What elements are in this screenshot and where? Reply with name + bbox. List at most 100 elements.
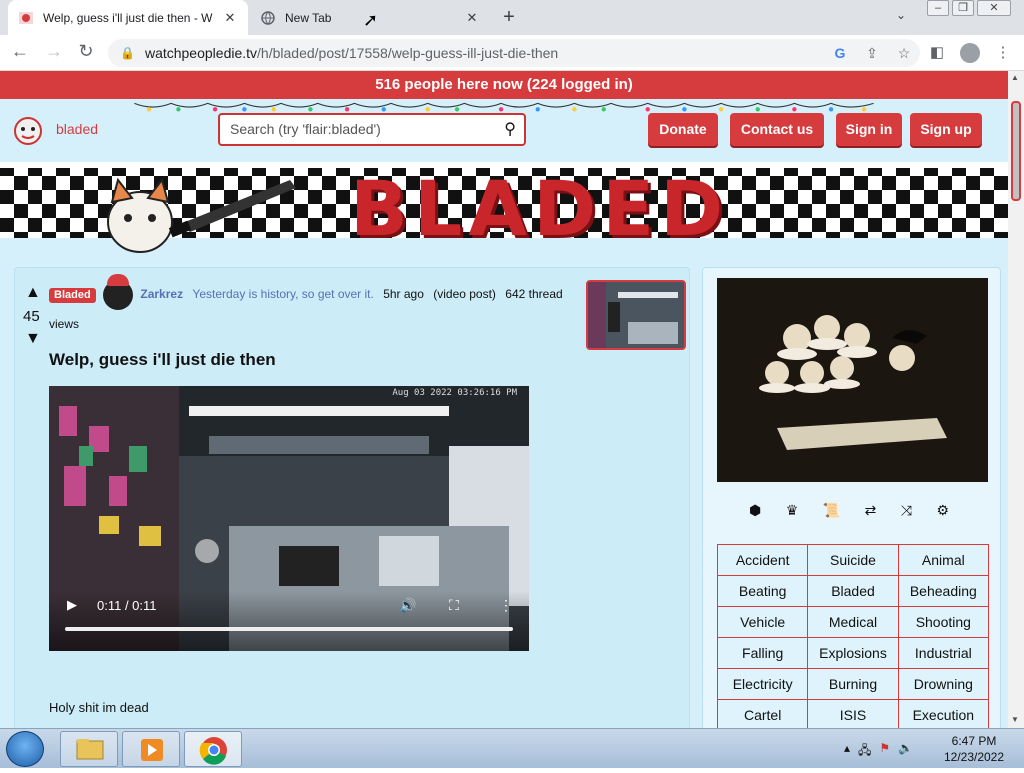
scroll-up-icon[interactable]: ▲ xyxy=(1011,73,1019,82)
tab-active[interactable]: Welp, guess i'll just die then - W ✕ xyxy=(8,0,248,35)
category-link[interactable]: Bladed xyxy=(807,575,899,607)
category-link[interactable]: Electricity xyxy=(716,668,809,700)
scroll-down-icon[interactable]: ▼ xyxy=(1011,715,1019,724)
video-progress-bar[interactable] xyxy=(65,627,513,631)
post-thumbnail[interactable] xyxy=(586,280,686,350)
shuffle-icon[interactable]: ⤨ xyxy=(901,502,912,519)
fullscreen-icon[interactable]: ⛶ xyxy=(449,597,459,614)
forward-arrow-icon[interactable]: → xyxy=(42,41,66,62)
category-link[interactable]: Drowning xyxy=(897,668,990,700)
hexagon-icon[interactable]: ⬢ xyxy=(749,502,761,519)
speaker-icon[interactable]: 🔈 xyxy=(898,741,913,762)
category-link[interactable]: Shooting xyxy=(897,606,990,638)
side-panel-icon[interactable]: ◧ xyxy=(926,43,948,61)
category-link[interactable]: Burning xyxy=(807,668,899,700)
address-bar[interactable]: 🔒 watchpeopledie.tv/h/bladed/post/17558/… xyxy=(108,39,920,67)
exchange-icon[interactable]: ⇄ xyxy=(865,502,877,519)
lock-icon[interactable]: 🔒 xyxy=(120,46,135,60)
clock-time: 6:47 PM xyxy=(951,734,997,748)
category-link[interactable]: Accident xyxy=(716,544,809,576)
start-button[interactable] xyxy=(6,731,44,767)
author-avatar[interactable] xyxy=(103,274,134,310)
category-link[interactable]: Cartel xyxy=(716,699,809,728)
category-link[interactable]: Execution xyxy=(897,699,990,728)
downvote-icon[interactable]: ▼ xyxy=(25,330,41,348)
category-link[interactable]: Beheading xyxy=(897,575,990,607)
tab-close-icon[interactable]: ✕ xyxy=(222,10,238,26)
post-body-text: Holy shit im dead xyxy=(49,700,149,715)
sidebar-painting-image xyxy=(717,278,988,482)
system-tray: ▴ 🖧 ⚑ 🔈 xyxy=(844,741,913,762)
share-icon[interactable]: ⇪ xyxy=(856,45,888,62)
category-link[interactable]: Vehicle xyxy=(716,606,809,638)
volume-icon[interactable]: 🔊 xyxy=(399,597,416,614)
category-link[interactable]: Falling xyxy=(716,637,809,669)
file-explorer-icon[interactable] xyxy=(60,731,118,767)
site-favicon-icon xyxy=(19,11,33,24)
new-tab-button[interactable]: + xyxy=(498,6,520,29)
category-link[interactable]: Beating xyxy=(716,575,809,607)
network-icon[interactable]: 🖧 xyxy=(858,741,871,762)
category-link[interactable]: Explosions xyxy=(807,637,899,669)
category-link[interactable]: ISIS xyxy=(807,699,899,728)
minimize-button[interactable]: – xyxy=(927,0,949,16)
reload-icon[interactable]: ↻ xyxy=(74,41,98,62)
action-center-flag-icon[interactable]: ⚑ xyxy=(879,741,890,762)
post-title[interactable]: Welp, guess i'll just die then xyxy=(49,350,276,370)
back-arrow-icon[interactable]: ← xyxy=(8,41,32,62)
online-count-banner: 516 people here now (224 logged in) xyxy=(0,71,1008,99)
play-icon[interactable]: ▶ xyxy=(67,597,77,613)
window-controls: – ❐ ✕ xyxy=(927,0,1014,16)
video-controls: ▶ 0:11 / 0:11 🔊 ⛶ ⋮ xyxy=(49,591,529,651)
search-placeholder: Search (try 'flair:bladed') xyxy=(230,121,381,137)
search-input[interactable]: Search (try 'flair:bladed') ⚲ xyxy=(218,113,526,146)
category-table: Accident Suicide Animal Beating Bladed B… xyxy=(716,544,990,728)
bookmark-star-icon[interactable]: ☆ xyxy=(888,45,920,62)
menu-kebab-icon[interactable]: ⋮ xyxy=(992,43,1014,61)
category-link[interactable]: Medical xyxy=(807,606,899,638)
site-logo-icon[interactable] xyxy=(8,113,48,147)
sidebar: ⬢ ♛ 📜 ⇄ ⤨ ⚙ Accident Suicide Animal Beat… xyxy=(702,267,1001,728)
video-time: 0:11 / 0:11 xyxy=(97,598,157,613)
search-icon[interactable]: ⚲ xyxy=(504,115,516,144)
contact-us-button[interactable]: Contact us xyxy=(730,113,824,146)
sign-in-button[interactable]: Sign in xyxy=(836,113,902,146)
site-header: bladed Search (try 'flair:bladed') ⚲ Don… xyxy=(0,99,1008,159)
post-card: ▲ 45 ▼ Bladed Zarkrez Yesterday is histo… xyxy=(14,267,690,728)
profile-avatar-icon[interactable] xyxy=(960,43,980,63)
tab-close-icon[interactable]: ✕ xyxy=(464,10,480,26)
url-text[interactable]: watchpeopledie.tv/h/bladed/post/17558/we… xyxy=(145,45,824,61)
post-kind: (video post) xyxy=(433,287,496,302)
tab-search-chevron-icon[interactable]: ⌄ xyxy=(896,8,906,22)
more-options-icon[interactable]: ⋮ xyxy=(499,597,513,614)
category-link[interactable]: Industrial xyxy=(897,637,990,669)
window-close-button[interactable]: ✕ xyxy=(977,0,1011,16)
hole-banner-title: BLADED xyxy=(350,164,730,253)
sidebar-icon-row: ⬢ ♛ 📜 ⇄ ⤨ ⚙ xyxy=(749,502,949,519)
web-page: 516 people here now (224 logged in) blad… xyxy=(0,71,1008,728)
taskbar-clock[interactable]: 6:47 PM 12/23/2022 xyxy=(938,733,1010,765)
page-scrollbar[interactable]: ▲ ▼ xyxy=(1008,71,1024,728)
crown-icon[interactable]: ♛ xyxy=(786,502,799,519)
scrollbar-thumb[interactable] xyxy=(1011,101,1021,201)
show-hidden-icons-icon[interactable]: ▴ xyxy=(844,741,850,762)
santa-hat-icon xyxy=(107,274,130,286)
category-link[interactable]: Suicide xyxy=(807,544,899,576)
tab-strip: Welp, guess i'll just die then - W ✕ New… xyxy=(0,0,1024,35)
author-link[interactable]: Zarkrez xyxy=(140,287,183,301)
restore-button[interactable]: ❐ xyxy=(952,0,974,16)
donate-button[interactable]: Donate xyxy=(648,113,718,146)
cctv-timestamp: Aug 03 2022 03:26:16 PM xyxy=(392,388,517,398)
google-translate-icon[interactable]: G xyxy=(824,45,856,61)
scroll-icon[interactable]: 📜 xyxy=(823,502,840,519)
media-player-icon[interactable] xyxy=(122,731,180,767)
hole-name-link[interactable]: bladed xyxy=(56,121,98,137)
chrome-taskbar-icon[interactable] xyxy=(184,731,242,767)
post-meta: Bladed Zarkrez Yesterday is history, so … xyxy=(49,274,589,338)
sign-up-button[interactable]: Sign up xyxy=(910,113,982,146)
post-flair-badge[interactable]: Bladed xyxy=(49,287,96,303)
settings-gear-icon[interactable]: ⚙ xyxy=(936,502,949,519)
category-link[interactable]: Animal xyxy=(897,544,990,576)
upvote-icon[interactable]: ▲ xyxy=(25,284,41,302)
video-player[interactable]: Aug 03 2022 03:26:16 PM ▶ 0:11 / 0:11 🔊 … xyxy=(49,386,529,651)
